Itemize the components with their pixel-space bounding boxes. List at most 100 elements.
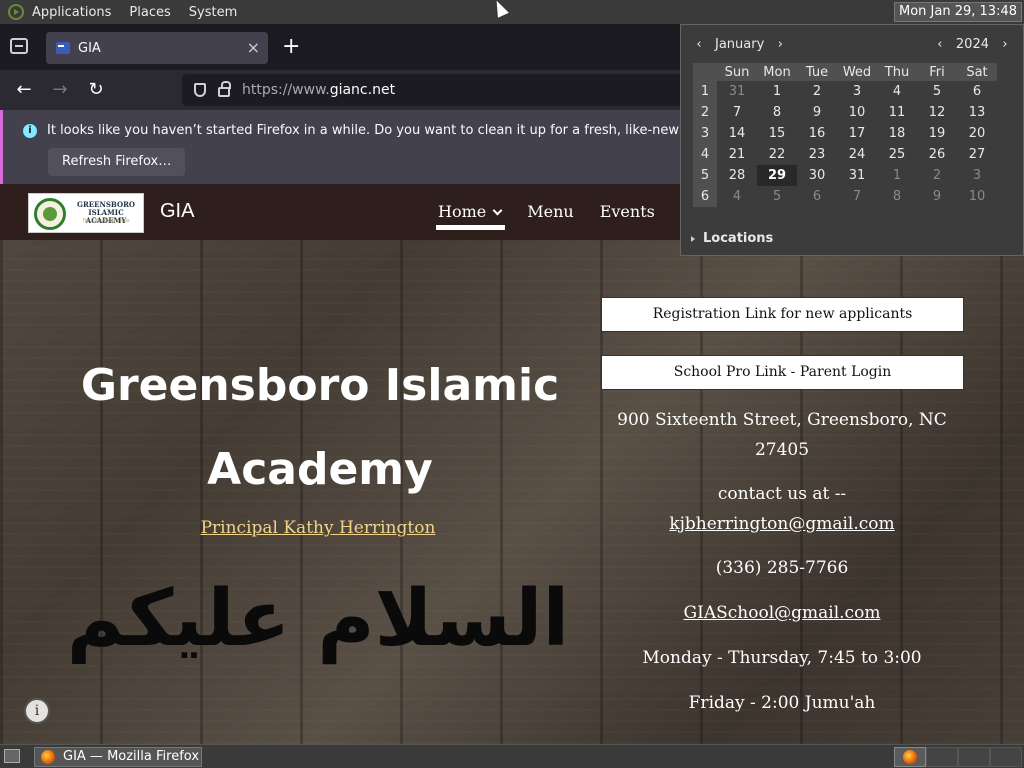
calendar-day[interactable]: 18 xyxy=(877,123,917,144)
new-tab-button[interactable]: + xyxy=(282,34,300,60)
calendar-day[interactable]: 16 xyxy=(797,123,837,144)
calendar-day[interactable]: 15 xyxy=(757,123,797,144)
week-number: 3 xyxy=(693,123,717,144)
calendar-day[interactable]: 3 xyxy=(957,165,997,186)
address: 900 Sixteenth Street, Greensboro, NC 274… xyxy=(617,410,947,460)
calendar-day[interactable]: 2 xyxy=(917,165,957,186)
applications-menu[interactable]: Applications xyxy=(32,5,111,20)
next-month-icon[interactable]: › xyxy=(772,37,788,52)
weekday-label: Thu xyxy=(877,63,917,81)
reload-button[interactable]: ↻ xyxy=(84,78,108,102)
tracking-shield-icon[interactable] xyxy=(194,83,206,97)
calendar-day[interactable]: 28 xyxy=(717,165,757,186)
site-logo[interactable]: GREENSBORO ISLAMIC ACADEMY The Future Beg… xyxy=(28,193,144,233)
calendar-day[interactable]: 13 xyxy=(957,102,997,123)
calendar-day[interactable]: 6 xyxy=(797,186,837,207)
url-bar[interactable]: https://www. gianc.net xyxy=(182,74,702,106)
calendar-day[interactable]: 10 xyxy=(837,102,877,123)
distro-logo-icon[interactable] xyxy=(8,4,24,20)
calendar-day[interactable]: 1 xyxy=(877,165,917,186)
calendar-day[interactable]: 7 xyxy=(837,186,877,207)
week-number: 4 xyxy=(693,144,717,165)
expander-arrow-icon xyxy=(691,235,695,242)
panel-clock[interactable]: Mon Jan 29, 13:48 xyxy=(894,2,1022,22)
seal-icon xyxy=(34,198,66,230)
principal-link[interactable]: Principal Kathy Herrington xyxy=(50,518,586,538)
next-year-icon[interactable]: › xyxy=(997,37,1013,52)
workspace-3[interactable] xyxy=(958,747,990,767)
calendar-day[interactable]: 26 xyxy=(917,144,957,165)
calendar-day[interactable]: 2 xyxy=(797,81,837,102)
calendar-day[interactable]: 5 xyxy=(917,81,957,102)
prev-month-icon[interactable]: ‹ xyxy=(691,37,707,52)
calendar-day[interactable]: 3 xyxy=(837,81,877,102)
taskbar-firefox-window[interactable]: GIA — Mozilla Firefox xyxy=(34,747,202,767)
webpage: GREENSBORO ISLAMIC ACADEMY The Future Beg… xyxy=(0,184,1024,744)
workspace-4[interactable] xyxy=(990,747,1022,767)
calendar-day[interactable]: 6 xyxy=(957,81,997,102)
logo-tagline: The Future Begins Here xyxy=(82,218,130,223)
system-menu[interactable]: System xyxy=(189,5,237,20)
month-selector: ‹ January › xyxy=(691,37,788,52)
contact-block: contact us at -- kjbherrington@gmail.com xyxy=(600,479,964,539)
calendar-day[interactable]: 23 xyxy=(797,144,837,165)
calendar-day[interactable]: 30 xyxy=(797,165,837,186)
prev-year-icon[interactable]: ‹ xyxy=(932,37,948,52)
forward-button[interactable]: → xyxy=(48,78,72,102)
nav-events[interactable]: Events xyxy=(600,202,655,221)
calendar-day[interactable]: 20 xyxy=(957,123,997,144)
calendar-day[interactable]: 4 xyxy=(717,186,757,207)
nav-menu[interactable]: Menu xyxy=(527,202,573,221)
back-button[interactable]: ← xyxy=(12,78,36,102)
calendar-day[interactable]: 27 xyxy=(957,144,997,165)
calendar-day[interactable]: 10 xyxy=(957,186,997,207)
show-desktop-icon[interactable] xyxy=(4,749,20,763)
calendar-day[interactable]: 14 xyxy=(717,123,757,144)
calendar-day[interactable]: 4 xyxy=(877,81,917,102)
chevron-down-icon xyxy=(492,205,503,216)
calendar-week: 6 4 5 6 7 8 9 10 xyxy=(693,186,997,207)
calendar-week: 1 31 1 2 3 4 5 6 xyxy=(693,81,997,102)
site-nav: Home Menu Events F xyxy=(435,202,718,230)
locations-expander[interactable]: Locations xyxy=(691,231,773,246)
calendar-day[interactable]: 31 xyxy=(717,81,757,102)
calendar-day[interactable]: 22 xyxy=(757,144,797,165)
calendar-day[interactable]: 29 xyxy=(757,165,797,186)
workspace-1[interactable] xyxy=(894,747,926,767)
calendar-day[interactable]: 25 xyxy=(877,144,917,165)
calendar-day[interactable]: 1 xyxy=(757,81,797,102)
registration-link-button[interactable]: Registration Link for new applicants xyxy=(601,297,964,332)
weekday-label: Sat xyxy=(957,63,997,81)
school-email-link[interactable]: GIASchool@gmail.com xyxy=(684,603,881,623)
calendar-day[interactable]: 31 xyxy=(837,165,877,186)
workspace-2[interactable] xyxy=(926,747,958,767)
calendar-day[interactable]: 9 xyxy=(797,102,837,123)
calendar-day[interactable]: 12 xyxy=(917,102,957,123)
calendar-day[interactable]: 24 xyxy=(837,144,877,165)
calendar-day[interactable]: 7 xyxy=(717,102,757,123)
calendar-grid: Sun Mon Tue Wed Thu Fri Sat 1 31 1 2 3 4 5 6 2 7 8 9 10 11 1… xyxy=(693,63,997,207)
tab-gia[interactable]: GIA × xyxy=(46,32,268,64)
close-tab-icon[interactable]: × xyxy=(247,38,260,57)
site-title[interactable]: GIA xyxy=(160,200,194,223)
calendar-day[interactable]: 9 xyxy=(917,186,957,207)
calendar-day[interactable]: 21 xyxy=(717,144,757,165)
calendar-year: 2024 xyxy=(955,37,989,52)
lock-icon[interactable] xyxy=(218,81,231,97)
calendar-month: January xyxy=(715,37,765,52)
calendar-day[interactable]: 8 xyxy=(877,186,917,207)
contact-email-link[interactable]: kjbherrington@gmail.com xyxy=(669,514,894,534)
calendar-day[interactable]: 19 xyxy=(917,123,957,144)
calendar-day[interactable]: 17 xyxy=(837,123,877,144)
panel-menus: Applications Places System xyxy=(0,0,263,24)
refresh-firefox-button[interactable]: Refresh Firefox… xyxy=(48,148,186,176)
parent-login-button[interactable]: School Pro Link - Parent Login xyxy=(601,355,964,390)
desktop: Applications Places System Mon Jan 29, 1… xyxy=(0,0,1024,768)
list-all-tabs-icon[interactable] xyxy=(10,38,28,54)
nav-home[interactable]: Home xyxy=(435,202,506,230)
accessibility-info-icon[interactable]: i xyxy=(24,698,50,724)
places-menu[interactable]: Places xyxy=(129,5,170,20)
calendar-day[interactable]: 5 xyxy=(757,186,797,207)
calendar-day[interactable]: 8 xyxy=(757,102,797,123)
calendar-day[interactable]: 11 xyxy=(877,102,917,123)
